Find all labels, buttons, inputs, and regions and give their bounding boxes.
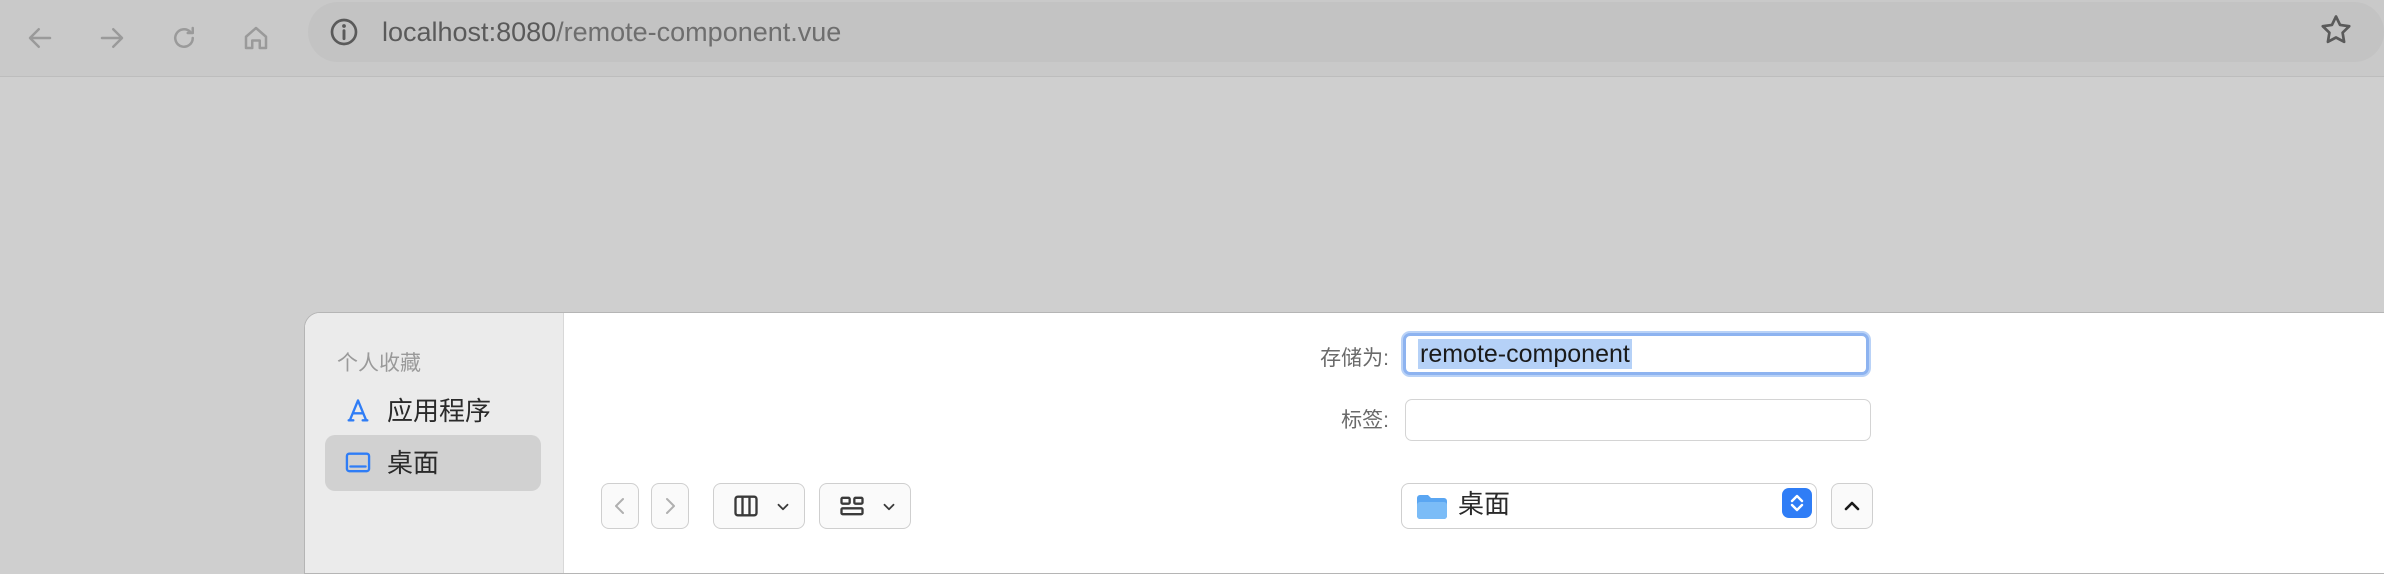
save-as-field[interactable]: remote-component xyxy=(1403,333,1869,375)
home-icon xyxy=(244,26,268,50)
forward-button[interactable] xyxy=(86,12,138,64)
favorites-header: 个人收藏 xyxy=(337,352,421,375)
expand-button[interactable] xyxy=(1831,483,1873,529)
browser-toolbar: localhost:8080/remote-component.vue xyxy=(0,0,2384,77)
sidebar-item-applications[interactable]: 应用程序 xyxy=(325,383,541,439)
folder-icon xyxy=(1417,495,1447,519)
reload-button[interactable] xyxy=(158,12,210,64)
star-icon[interactable] xyxy=(2318,12,2354,48)
desktop-icon xyxy=(345,452,371,473)
save-as-value: remote-component xyxy=(1418,339,1632,369)
applications-icon xyxy=(347,399,369,422)
chevron-up-icon xyxy=(1844,501,1860,511)
location-select[interactable]: 桌面 xyxy=(1401,483,1817,529)
url-path: /remote-component.vue xyxy=(556,17,842,47)
sidebar-item-label: 桌面 xyxy=(387,448,440,478)
sidebar-item-desktop[interactable]: 桌面 xyxy=(325,435,541,491)
chevron-up-down-icon xyxy=(1790,494,1804,512)
tags-field[interactable] xyxy=(1405,399,1871,441)
nav-back-button[interactable] xyxy=(601,483,639,529)
location-label: 桌面 xyxy=(1458,489,1511,519)
chevron-left-icon xyxy=(615,498,624,514)
save-as-label: 存储为: xyxy=(1320,347,1389,370)
address-bar[interactable]: localhost:8080/remote-component.vue xyxy=(308,2,2384,62)
save-dialog: 个人收藏 应用程序 桌面 存储为: remote-component 标签: 桌… xyxy=(304,312,2384,574)
reload-icon xyxy=(174,26,194,48)
arrow-right-icon xyxy=(100,28,124,48)
dialog-sidebar: 个人收藏 应用程序 桌面 xyxy=(305,313,564,573)
chevron-down-icon xyxy=(883,503,895,511)
location-stepper[interactable] xyxy=(1782,488,1812,518)
back-button[interactable] xyxy=(14,12,66,64)
nav-forward-button[interactable] xyxy=(651,483,689,529)
group-button[interactable] xyxy=(819,483,911,529)
view-mode-button[interactable] xyxy=(713,483,805,529)
grid-view-icon xyxy=(840,496,864,516)
sidebar-item-label: 应用程序 xyxy=(387,396,492,426)
info-icon[interactable] xyxy=(328,16,360,48)
tags-label: 标签: xyxy=(1341,409,1389,432)
arrow-left-icon xyxy=(28,28,52,48)
columns-view-icon xyxy=(734,495,758,517)
chevron-right-icon xyxy=(666,498,675,514)
url-text[interactable]: localhost:8080/remote-component.vue xyxy=(382,14,841,50)
url-host: localhost:8080 xyxy=(382,17,557,47)
chevron-down-icon xyxy=(777,503,789,511)
home-button[interactable] xyxy=(230,12,282,64)
